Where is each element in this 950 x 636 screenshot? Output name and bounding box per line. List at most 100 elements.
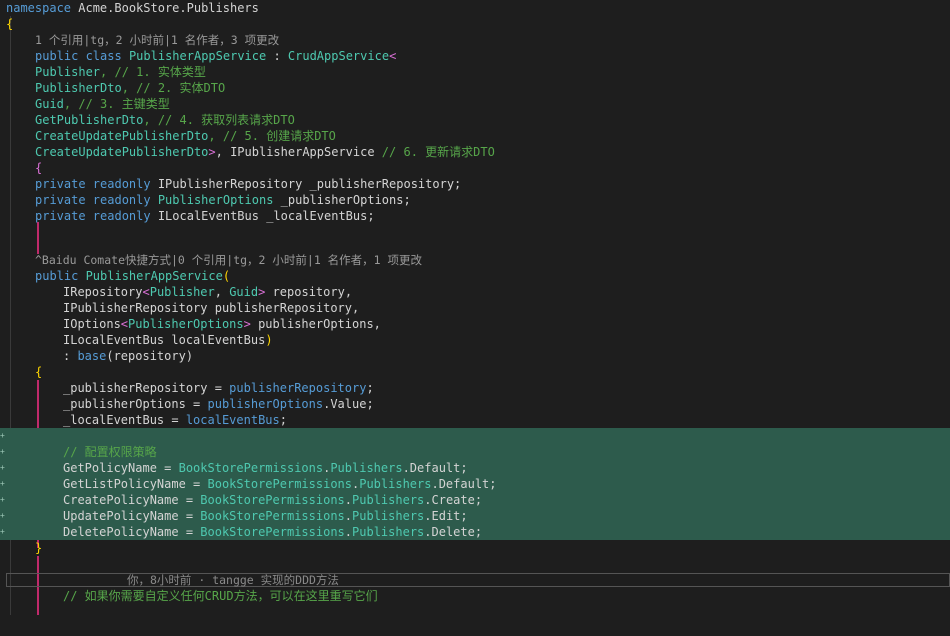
added-marker: + [0,511,5,520]
blame-text: 你，8小时前 · tangge 实现的DDD方法 [127,573,339,587]
variable: localEventBus [185,413,280,427]
angle-bracket: < [389,49,397,63]
code-line[interactable]: private readonly PublisherOptions _publi… [0,192,950,208]
punctuation: .Value; [323,397,374,411]
angle-bracket: > [243,317,251,331]
added-line[interactable]: + // 配置权限策略 [0,444,950,460]
field-name: _publisherRepository; [302,177,462,191]
added-marker: + [0,463,5,472]
type-name: Publisher [35,65,101,79]
type-name: BookStorePermissions [200,509,345,523]
parameter: repository, [265,285,353,299]
punctuation: ; [279,413,287,427]
code-line[interactable]: IOptions<PublisherOptions> publisherOpti… [0,316,950,332]
change-bar [37,222,39,254]
git-blame-annotation[interactable]: 你，8小时前 · tangge 实现的DDD方法 [6,573,950,587]
code-line[interactable]: Publisher, // 1. 实体类型 [0,64,950,80]
code-line[interactable]: { [0,364,950,380]
type-name: Publisher [149,285,215,299]
angle-bracket: < [142,285,150,299]
codelens-line[interactable]: 1 个引用|tg，2 小时前|1 名作者，3 项更改 [0,32,950,48]
close-brace: } [35,541,43,555]
codelens-references[interactable]: 1 个引用|tg，2 小时前|1 名作者，3 项更改 [35,32,279,48]
code-line[interactable]: namespace Acme.BookStore.Publishers [0,0,950,16]
code-line[interactable]: _localEventBus = localEventBus; [0,412,950,428]
field-name: _localEventBus = [63,413,186,427]
type-name: Publishers [352,525,425,539]
code-line[interactable]: // 如果你需要自定义任何CRUD方法，可以在这里重写它们 [0,588,950,604]
added-line[interactable]: + UpdatePolicyName = BookStorePermission… [0,508,950,524]
code-line[interactable]: IPublisherRepository publisherRepository… [0,300,950,316]
open-brace: { [35,161,43,175]
type-name: IOptions [63,317,121,331]
keyword: public [35,49,79,63]
code-line[interactable]: : base(repository) [0,348,950,364]
code-line[interactable]: private readonly ILocalEventBus _localEv… [0,208,950,224]
type-name: PublisherOptions [150,193,274,207]
class-name: PublisherAppService [121,49,267,63]
comment: , // 5. 创建请求DTO [208,129,336,143]
type-name: Publishers [352,509,425,523]
type-name: ILocalEventBus [150,209,259,223]
type-name: ILocalEventBus [63,333,165,347]
open-brace: { [6,17,14,31]
angle-bracket: < [120,317,129,331]
type-name: CreateUpdatePublisherDto [35,145,209,159]
comment: , // 1. 实体类型 [100,65,206,79]
code-line[interactable]: private readonly IPublisherRepository _p… [0,176,950,192]
added-line[interactable]: + [0,428,950,444]
codelens-line[interactable]: ^Baidu Comate快捷方式|0 个引用|tg，2 小时前|1 名作者，1… [0,252,950,268]
field-name: _publisherOptions; [273,193,411,207]
punctuation: . [344,509,353,523]
type-name: IPublisherRepository [63,301,208,315]
code-line[interactable]: PublisherDto, // 2. 实体DTO [0,80,950,96]
code-line[interactable]: public class PublisherAppService : CrudA… [0,48,950,64]
keyword: private [35,193,86,207]
punctuation: : [63,349,78,363]
type-name: IRepository [63,285,143,299]
namespace-name: Acme.BookStore.Publishers [71,1,259,15]
punctuation: ; [366,381,374,395]
type-name: Publishers [359,477,432,491]
base-class: CrudAppService [287,49,390,63]
variable: publisherOptions [207,397,324,411]
member: .Default; [431,477,497,491]
added-marker: + [0,495,5,504]
punctuation: . [344,493,353,507]
type-name: BookStorePermissions [200,493,345,507]
keyword: private [35,209,86,223]
punctuation: . [344,525,353,539]
open-brace: { [35,365,43,379]
field-name: _localEventBus; [258,209,375,223]
keyword: readonly [85,177,151,191]
added-line[interactable]: + GetPolicyName = BookStorePermissions.P… [0,460,950,476]
keyword: namespace [6,1,72,15]
code-line[interactable]: public PublisherAppService( [0,268,950,284]
constructor-name: PublisherAppService [78,269,223,283]
code-line[interactable]: } [0,540,950,556]
code-line[interactable]: _publisherRepository = publisherReposito… [0,380,950,396]
comment: , // 4. 获取列表请求DTO [143,113,295,127]
code-line[interactable]: { [0,16,950,32]
code-editor[interactable]: namespace Acme.BookStore.Publishers { 1 … [0,0,950,615]
code-line[interactable]: { [0,160,950,176]
member: .Delete; [424,525,483,539]
type-name: Publishers [330,461,403,475]
code-line[interactable]: Guid, // 3. 主键类型 [0,96,950,112]
added-line[interactable]: + DeletePolicyName = BookStorePermission… [0,524,950,540]
code-line[interactable]: CreateUpdatePublisherDto>, IPublisherApp… [0,144,950,160]
code-line[interactable]: _publisherOptions = publisherOptions.Val… [0,396,950,412]
comment: , // 2. 实体DTO [121,81,226,95]
codelens-references[interactable]: ^Baidu Comate快捷方式|0 个引用|tg，2 小时前|1 名作者，1… [35,252,422,268]
parameter: localEventBus [164,333,266,347]
added-line[interactable]: + GetListPolicyName = BookStorePermissio… [0,476,950,492]
type-name: BookStorePermissions [207,477,353,491]
added-line[interactable]: + CreatePolicyName = BookStorePermission… [0,492,950,508]
keyword: class [78,49,122,63]
code-line[interactable]: CreateUpdatePublisherDto, // 5. 创建请求DTO [0,128,950,144]
type-name: CreateUpdatePublisherDto [35,129,209,143]
code-line[interactable]: ILocalEventBus localEventBus) [0,332,950,348]
code-line[interactable]: GetPublisherDto, // 4. 获取列表请求DTO [0,112,950,128]
open-paren: ( [222,269,231,283]
code-line[interactable]: IRepository<Publisher, Guid> repository, [0,284,950,300]
